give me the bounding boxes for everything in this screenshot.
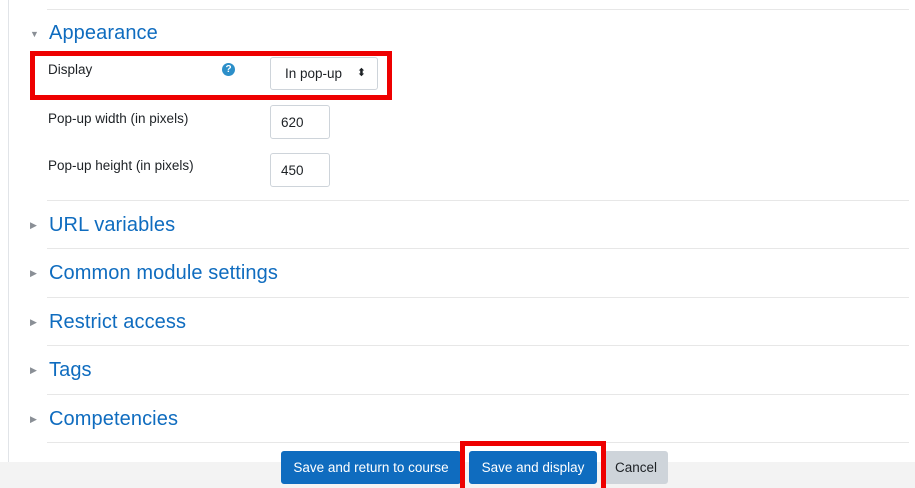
section-divider bbox=[47, 248, 909, 249]
section-divider bbox=[47, 297, 909, 298]
section-divider bbox=[47, 345, 909, 346]
left-border bbox=[8, 0, 9, 462]
section-url-variables-header[interactable]: ▶ URL variables bbox=[30, 214, 175, 237]
popup-width-label: Pop-up width (in pixels) bbox=[48, 111, 189, 126]
caret-right-icon: ▶ bbox=[30, 220, 37, 230]
section-title-common-module-settings: Common module settings bbox=[49, 262, 278, 284]
caret-right-icon: ▶ bbox=[30, 268, 37, 278]
section-title-appearance: Appearance bbox=[49, 22, 158, 44]
caret-right-icon: ▶ bbox=[30, 414, 37, 424]
form-page: ▼ Appearance Display ? In pop-up ⬍ Pop-u… bbox=[0, 0, 915, 488]
caret-right-icon: ▶ bbox=[30, 317, 37, 327]
question-circle-icon[interactable]: ? bbox=[222, 63, 235, 76]
section-tags-header[interactable]: ▶ Tags bbox=[30, 359, 92, 382]
section-common-module-settings-header[interactable]: ▶ Common module settings bbox=[30, 262, 278, 285]
section-divider bbox=[47, 394, 909, 395]
display-select-value: In pop-up bbox=[285, 66, 343, 81]
section-restrict-access-header[interactable]: ▶ Restrict access bbox=[30, 311, 186, 334]
section-title-url-variables: URL variables bbox=[49, 214, 176, 236]
section-appearance-header[interactable]: ▼ Appearance bbox=[30, 22, 158, 45]
save-and-return-button[interactable]: Save and return to course bbox=[281, 451, 461, 484]
section-title-restrict-access: Restrict access bbox=[49, 311, 187, 333]
display-select[interactable]: In pop-up ⬍ bbox=[270, 57, 378, 90]
section-divider bbox=[47, 200, 909, 201]
section-title-tags: Tags bbox=[49, 359, 92, 381]
save-and-display-button[interactable]: Save and display bbox=[469, 451, 597, 484]
select-arrows-icon: ⬍ bbox=[356, 67, 366, 79]
section-divider bbox=[47, 442, 909, 443]
section-title-competencies: Competencies bbox=[49, 408, 179, 430]
top-divider bbox=[47, 9, 909, 10]
cancel-button[interactable]: Cancel bbox=[604, 451, 668, 484]
section-competencies-header[interactable]: ▶ Competencies bbox=[30, 408, 178, 431]
caret-right-icon: ▶ bbox=[30, 365, 37, 375]
popup-width-input[interactable] bbox=[270, 105, 330, 139]
popup-height-label: Pop-up height (in pixels) bbox=[48, 158, 194, 173]
popup-height-input[interactable] bbox=[270, 153, 330, 187]
caret-down-icon: ▼ bbox=[30, 28, 39, 39]
display-label: Display bbox=[48, 62, 93, 77]
